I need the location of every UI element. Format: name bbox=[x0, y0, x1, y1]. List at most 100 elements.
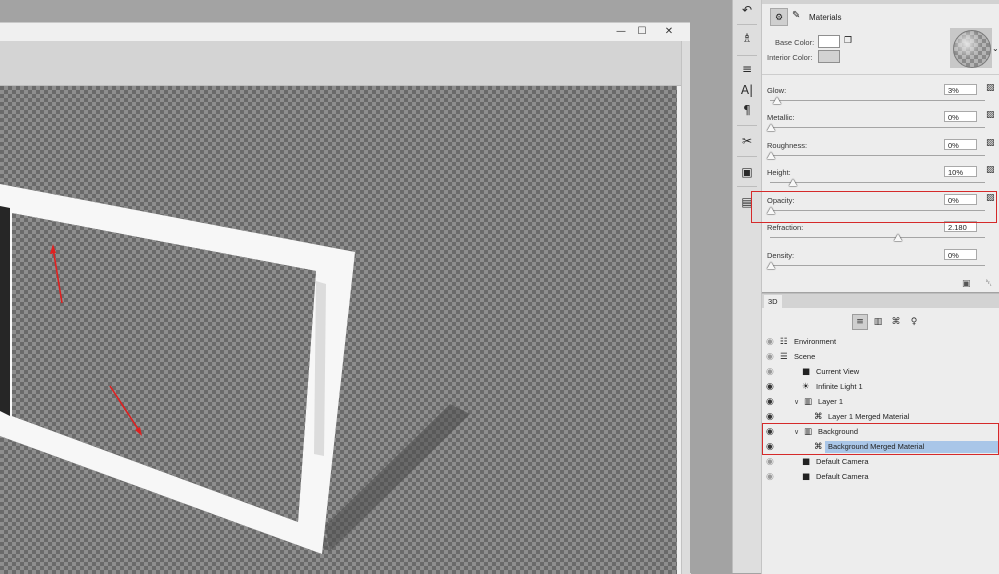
frame-left-edge bbox=[0, 206, 10, 416]
properties-divider bbox=[762, 74, 999, 75]
properties-panel: ⚙ ✎ Materials Base Color: ❐ Interior Col… bbox=[761, 0, 999, 292]
whole-scene-filter-icon[interactable]: ≡ bbox=[852, 314, 868, 330]
scene-item-label: Default Camera bbox=[816, 472, 869, 481]
folder-icon[interactable]: ▨ bbox=[986, 110, 995, 120]
stamp-icon[interactable]: ♗ bbox=[735, 29, 759, 47]
scene-row[interactable]: ◉ ■ Current View bbox=[762, 365, 999, 380]
folder-icon[interactable]: ▨ bbox=[986, 83, 995, 93]
close-button[interactable]: ✕ bbox=[659, 25, 679, 39]
scene-item-icon: ■ bbox=[802, 472, 811, 482]
scene-item-label: Layer 1 bbox=[818, 397, 844, 406]
folder-icon[interactable]: ▨ bbox=[986, 138, 995, 148]
workspace-gutter bbox=[690, 0, 732, 573]
roughness-slider-thumb[interactable] bbox=[767, 152, 775, 159]
properties-top-bar bbox=[762, 0, 999, 4]
folder-icon[interactable]: ▨ bbox=[986, 165, 995, 175]
scene-item-icon: ■ bbox=[802, 367, 811, 377]
scene-row[interactable]: ◉ ☀ Infinite Light 1 bbox=[762, 380, 999, 395]
panel-tool-strip: ↶ ♗ ≡ A| ¶ ✂ ▣ ▤ bbox=[732, 0, 762, 573]
materials-filter-icon[interactable]: ⚙ bbox=[770, 8, 788, 26]
3d-filter-bar: ≡ ▥ ⌘ ♀ bbox=[852, 314, 932, 330]
density-label: Density: bbox=[767, 251, 795, 260]
refraction-label: Refraction: bbox=[767, 223, 804, 232]
document-titlebar: — ☐ ✕ bbox=[0, 23, 690, 41]
material-preview-sphere[interactable] bbox=[953, 30, 991, 68]
3d-panel-tabbar: 3D bbox=[762, 294, 999, 308]
metallic-slider-thumb[interactable] bbox=[767, 124, 775, 131]
brush-icon[interactable]: ✎ bbox=[792, 10, 800, 21]
visibility-eye-icon[interactable]: ◉ bbox=[766, 380, 774, 395]
scene-item-icon: ■ bbox=[802, 457, 811, 467]
minimize-button[interactable]: — bbox=[611, 25, 631, 39]
scene-item-label: Current View bbox=[816, 367, 860, 376]
roughness-value-field[interactable]: 0% bbox=[944, 139, 977, 150]
metallic-slider-track[interactable] bbox=[770, 127, 985, 128]
height-value-field[interactable]: 10% bbox=[944, 166, 977, 177]
roughness-label: Roughness: bbox=[767, 141, 808, 150]
background-highlight-box bbox=[762, 423, 999, 455]
tool-separator bbox=[737, 24, 757, 25]
canvas[interactable] bbox=[0, 86, 677, 574]
properties-bottom-icons[interactable]: ▣ ␡ bbox=[962, 279, 992, 289]
height-slider-track[interactable] bbox=[770, 182, 985, 183]
tools-icon[interactable]: ✂ bbox=[735, 132, 759, 150]
metallic-label: Metallic: bbox=[767, 113, 795, 122]
texture-edit-icon[interactable]: ❐ bbox=[844, 36, 852, 46]
scene-item-icon: ▥ bbox=[804, 397, 813, 407]
glow-value-field[interactable]: 3% bbox=[944, 84, 977, 95]
scene-item-label: Scene bbox=[794, 352, 816, 361]
glow-slider-track[interactable] bbox=[770, 100, 985, 101]
materials-filter-icon[interactable]: ⌘ bbox=[888, 314, 904, 330]
glow-slider-thumb[interactable] bbox=[773, 97, 782, 104]
opacity-highlight-box bbox=[751, 191, 997, 223]
scene-item-label: Default Camera bbox=[816, 457, 869, 466]
density-slider-track[interactable] bbox=[770, 265, 985, 266]
document-header-bar bbox=[0, 41, 681, 86]
tool-separator bbox=[737, 186, 757, 187]
scene-item-icon: ☰ bbox=[780, 352, 788, 362]
density-value-field[interactable]: 0% bbox=[944, 249, 977, 260]
refraction-slider-thumb[interactable] bbox=[893, 234, 902, 241]
scene-item-icon: ☷ bbox=[780, 337, 788, 347]
base-color-swatch[interactable] bbox=[818, 35, 840, 48]
scene-item-label: Layer 1 Merged Material bbox=[828, 412, 910, 421]
document-window: — ☐ ✕ bbox=[0, 22, 691, 574]
scene-row[interactable]: ◉ ☷ Environment bbox=[762, 335, 999, 350]
frame-inner-edge bbox=[314, 281, 326, 456]
tool-separator bbox=[737, 156, 757, 157]
scene-row[interactable]: ◉ ∨ ▥ Layer 1 bbox=[762, 395, 999, 410]
visibility-eye-icon[interactable]: ◉ bbox=[766, 350, 774, 365]
visibility-eye-icon[interactable]: ◉ bbox=[766, 395, 774, 410]
tool-separator bbox=[737, 125, 757, 126]
tab-3d[interactable]: 3D bbox=[764, 295, 782, 308]
scene-row[interactable]: ◉ ■ Default Camera bbox=[762, 455, 999, 470]
character-icon[interactable]: A| bbox=[735, 81, 759, 99]
visibility-eye-icon[interactable]: ◉ bbox=[766, 470, 774, 485]
scene-item-label: Environment bbox=[794, 337, 837, 346]
metallic-value-field[interactable]: 0% bbox=[944, 111, 977, 122]
height-label: Height: bbox=[767, 168, 791, 177]
height-slider-thumb[interactable] bbox=[788, 179, 797, 186]
density-slider-thumb[interactable] bbox=[767, 262, 775, 269]
history-brush-icon[interactable]: ↶ bbox=[735, 1, 759, 19]
refraction-slider-track[interactable] bbox=[770, 237, 985, 238]
paragraph-icon[interactable]: ¶ bbox=[735, 101, 759, 119]
lights-filter-icon[interactable]: ♀ bbox=[906, 314, 922, 330]
restore-button[interactable]: ☐ bbox=[632, 25, 652, 39]
notes-icon[interactable]: ▣ bbox=[735, 163, 759, 181]
roughness-slider-track[interactable] bbox=[770, 155, 985, 156]
chevron-down-icon[interactable]: ∨ bbox=[794, 395, 799, 410]
visibility-eye-icon[interactable]: ◉ bbox=[766, 455, 774, 470]
adjustments-icon[interactable]: ≡ bbox=[735, 60, 759, 78]
scene-row[interactable]: ◉ ☰ Scene bbox=[762, 350, 999, 365]
tool-separator bbox=[737, 55, 757, 56]
interior-color-label: Interior Color: bbox=[767, 53, 813, 62]
visibility-eye-icon[interactable]: ◉ bbox=[766, 365, 774, 380]
scene-row[interactable]: ◉ ■ Default Camera bbox=[762, 470, 999, 485]
visibility-eye-icon[interactable]: ◉ bbox=[766, 335, 774, 350]
interior-color-swatch[interactable] bbox=[818, 50, 840, 63]
properties-title: Materials bbox=[809, 13, 842, 22]
scene-item-icon: ☀ bbox=[802, 382, 810, 392]
chevron-down-icon[interactable]: ⌄ bbox=[992, 44, 999, 53]
meshes-filter-icon[interactable]: ▥ bbox=[870, 314, 886, 330]
